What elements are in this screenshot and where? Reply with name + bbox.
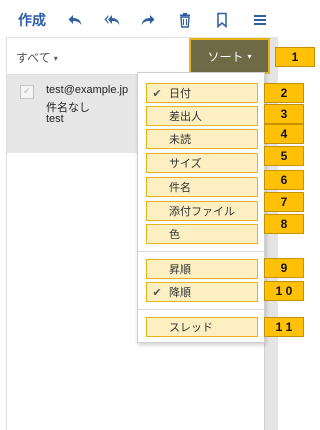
left-border: [6, 0, 7, 430]
badge-5: 5: [264, 146, 304, 166]
sort-menu-item-date[interactable]: ✔ 日付: [146, 83, 258, 103]
badge-1: 1: [275, 47, 315, 67]
sort-menu-item-thread[interactable]: スレッド: [146, 317, 258, 337]
badge-11: 1 1: [264, 317, 304, 337]
badge-7: 7: [264, 192, 304, 212]
toolbar: 作成: [6, 0, 278, 38]
badge-9: 9: [264, 258, 304, 278]
menu-divider: [138, 251, 264, 252]
compose-button[interactable]: 作成: [18, 10, 46, 30]
checkmark-icon: ✔: [152, 86, 162, 100]
sort-menu-item-unread[interactable]: 未読: [146, 129, 258, 149]
badge-3: 3: [264, 104, 304, 124]
chevron-down-icon: ▾: [53, 54, 58, 63]
sort-menu-item-ascending[interactable]: 昇順: [146, 259, 258, 279]
select-checkbox[interactable]: ✓: [20, 85, 34, 99]
filter-dropdown[interactable]: すべて ▾: [16, 49, 58, 66]
mail-preview: test: [46, 113, 64, 125]
sort-menu-item-size[interactable]: サイズ: [146, 153, 258, 173]
badge-2: 2: [264, 83, 304, 103]
sort-menu-item-subject[interactable]: 件名: [146, 177, 258, 197]
delete-icon[interactable]: [176, 11, 194, 29]
sort-menu-item-attachment[interactable]: 添付ファイル: [146, 201, 258, 221]
sort-menu-item-color[interactable]: 色: [146, 224, 258, 244]
sort-button-label: ソート: [207, 49, 244, 64]
badge-8: 8: [264, 214, 304, 234]
forward-icon[interactable]: [139, 11, 157, 29]
reply-icon[interactable]: [66, 11, 84, 29]
sort-menu-item-descending[interactable]: ✔ 降順: [146, 282, 258, 302]
bookmark-icon[interactable]: [213, 11, 231, 29]
menu-divider: [138, 309, 264, 310]
badge-4: 4: [264, 124, 304, 144]
sort-menu: ✔ 日付 差出人 未読 サイズ 件名 添付ファイル 色 昇順 ✔ 降順 スレッド: [137, 72, 265, 343]
chevron-down-icon: ▾: [247, 51, 252, 61]
mail-sender: test@example.jp: [46, 84, 129, 96]
sort-menu-item-sender[interactable]: 差出人: [146, 106, 258, 126]
filter-label: すべて: [16, 51, 51, 65]
badge-6: 6: [264, 170, 304, 190]
badge-10: 1 0: [264, 281, 304, 301]
sort-button[interactable]: ソート ▾: [189, 38, 270, 74]
checkmark-icon: ✔: [152, 285, 162, 299]
mail-app-frame: 作成 すべて ▾ ソート ▾ ✓ test@example.jp 件名なし test: [0, 0, 315, 430]
reply-all-icon[interactable]: [103, 11, 121, 29]
menu-icon[interactable]: [251, 11, 269, 29]
